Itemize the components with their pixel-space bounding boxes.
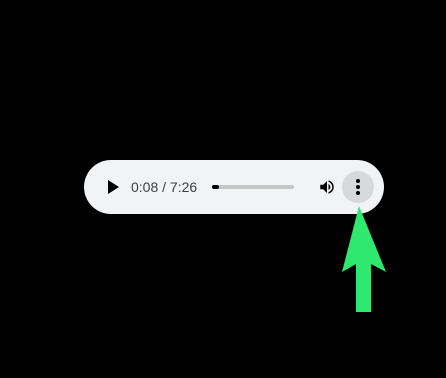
play-button[interactable] xyxy=(99,173,127,201)
more-vert-icon xyxy=(356,179,360,195)
more-options-button[interactable] xyxy=(342,171,374,203)
play-icon xyxy=(108,180,119,194)
seek-slider-fill xyxy=(212,185,219,189)
seek-slider[interactable] xyxy=(212,185,294,189)
current-time: 0:08 xyxy=(131,179,159,195)
duration: 7:26 xyxy=(169,179,198,195)
mute-button[interactable] xyxy=(313,173,341,201)
annotation-arrow-icon xyxy=(342,206,386,312)
time-separator: / xyxy=(158,179,170,195)
time-display: 0:08 / 7:26 xyxy=(131,178,197,196)
volume-icon xyxy=(320,180,334,194)
audio-player: 0:08 / 7:26 xyxy=(84,160,384,214)
page-background: 0:08 / 7:26 xyxy=(0,0,446,378)
